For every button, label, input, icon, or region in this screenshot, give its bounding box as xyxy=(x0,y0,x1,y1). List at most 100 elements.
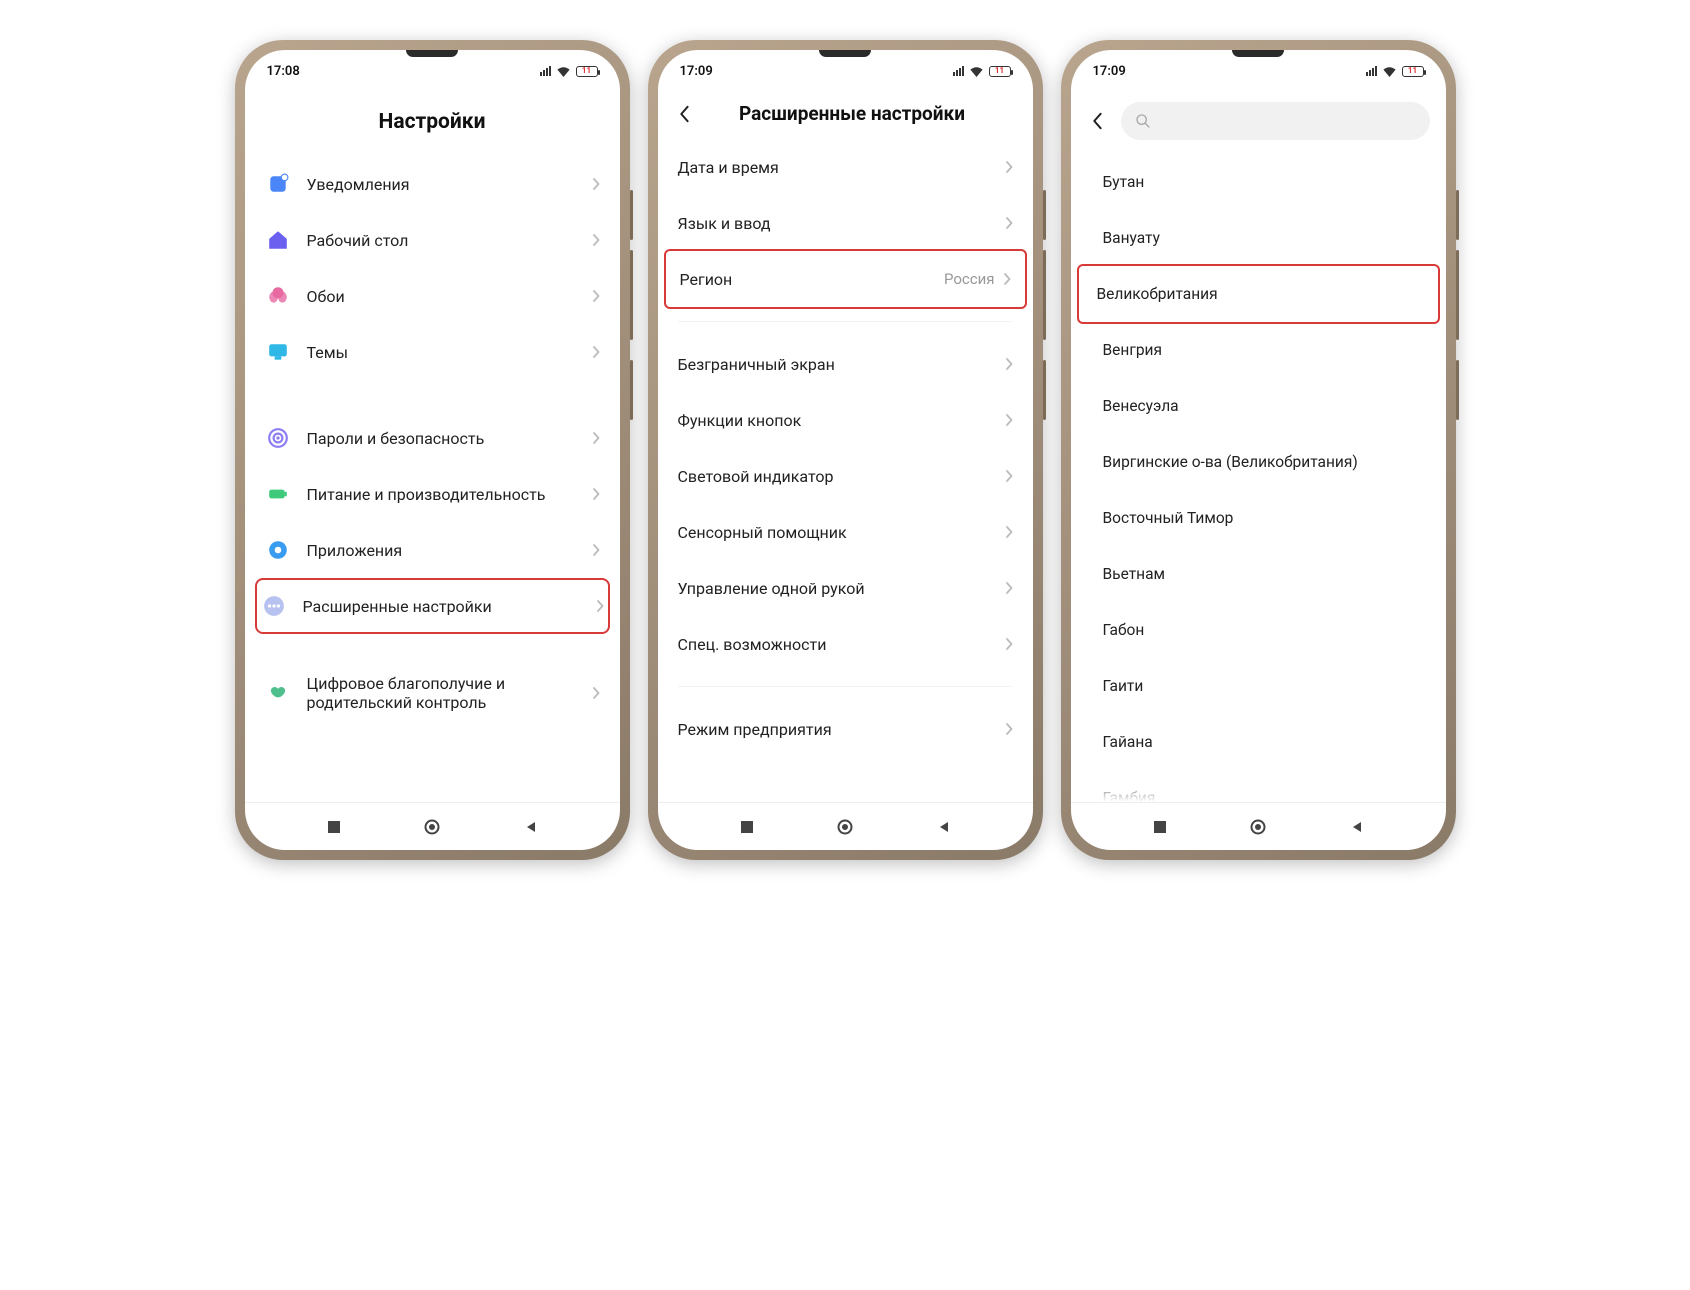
shield-icon xyxy=(265,425,291,451)
row-label: Цифровое благополучие и родительский кон… xyxy=(307,674,592,712)
region-item-0[interactable]: Бутан xyxy=(1085,154,1432,210)
heart-icon xyxy=(265,680,291,706)
nav-bar xyxy=(245,802,620,850)
adv-row-group2-0[interactable]: Безграничный экран xyxy=(672,336,1019,392)
dots-icon xyxy=(261,593,287,619)
region-item-4[interactable]: Венесуэла xyxy=(1085,378,1432,434)
flower-icon xyxy=(265,283,291,309)
settings-row-group2-1[interactable]: Питание и производительность xyxy=(259,466,606,522)
nav-recent[interactable] xyxy=(1151,818,1169,836)
region-label: Виргинские о-ва (Великобритания) xyxy=(1103,453,1358,471)
settings-row-group2-0[interactable]: Пароли и безопасность xyxy=(259,410,606,466)
chevron-right-icon xyxy=(592,290,600,302)
chevron-right-icon xyxy=(1005,217,1013,229)
settings-row-group1-0[interactable]: Уведомления xyxy=(259,156,606,212)
adv-row-group2-2[interactable]: Световой индикатор xyxy=(672,448,1019,504)
row-label: Темы xyxy=(307,343,592,362)
region-label: Восточный Тимор xyxy=(1103,509,1234,527)
battery-icon: 11 xyxy=(989,66,1011,77)
region-label: Гаити xyxy=(1103,677,1144,695)
nav-home[interactable] xyxy=(1249,818,1267,836)
row-label: Расширенные настройки xyxy=(303,597,596,616)
search-input[interactable] xyxy=(1121,102,1430,140)
page-title: Расширенные настройки xyxy=(708,102,997,125)
row-label: Обои xyxy=(307,287,592,306)
page-title: Настройки xyxy=(259,92,606,156)
chevron-right-icon xyxy=(592,544,600,556)
row-label: Световой индикатор xyxy=(678,467,1005,486)
region-item-11[interactable]: Гамбия xyxy=(1085,770,1432,802)
battery-icon: 11 xyxy=(576,66,598,77)
region-item-2[interactable]: Великобритания xyxy=(1079,266,1438,322)
clock: 17:09 xyxy=(1093,64,1126,79)
settings-row-group1-3[interactable]: Темы xyxy=(259,324,606,380)
region-item-6[interactable]: Восточный Тимор xyxy=(1085,490,1432,546)
adv-row-group2-4[interactable]: Управление одной рукой xyxy=(672,560,1019,616)
chevron-right-icon xyxy=(1005,161,1013,173)
search-icon xyxy=(1135,113,1151,129)
region-label: Венесуэла xyxy=(1103,397,1179,415)
row-label: Безграничный экран xyxy=(678,355,1005,374)
chevron-right-icon xyxy=(592,488,600,500)
chevron-right-icon xyxy=(592,687,600,699)
home-icon xyxy=(265,227,291,253)
nav-home[interactable] xyxy=(423,818,441,836)
nav-bar xyxy=(1071,802,1446,850)
clock: 17:09 xyxy=(680,64,713,79)
adv-row-group2-5[interactable]: Спец. возможности xyxy=(672,616,1019,672)
adv-row-group1-2[interactable]: Регион Россия xyxy=(666,251,1025,307)
row-label: Уведомления xyxy=(307,175,592,194)
wifi-icon xyxy=(556,66,571,77)
adv-row-group3-0[interactable]: Режим предприятия xyxy=(672,701,1019,757)
chevron-right-icon xyxy=(592,178,600,190)
region-label: Гамбия xyxy=(1103,789,1156,802)
adv-row-group2-3[interactable]: Сенсорный помощник xyxy=(672,504,1019,560)
chevron-right-icon xyxy=(1005,470,1013,482)
theme-icon xyxy=(265,339,291,365)
wifi-icon xyxy=(969,66,984,77)
nav-home[interactable] xyxy=(836,818,854,836)
adv-row-group2-1[interactable]: Функции кнопок xyxy=(672,392,1019,448)
signal-icon xyxy=(953,66,964,76)
region-item-5[interactable]: Виргинские о-ва (Великобритания) xyxy=(1085,434,1432,490)
settings-row-group1-1[interactable]: Рабочий стол xyxy=(259,212,606,268)
region-item-10[interactable]: Гайана xyxy=(1085,714,1432,770)
settings-row-group3-0[interactable]: Цифровое благополучие и родительский кон… xyxy=(259,664,606,722)
region-item-3[interactable]: Венгрия xyxy=(1085,322,1432,378)
nav-back[interactable] xyxy=(1347,818,1365,836)
region-label: Великобритания xyxy=(1097,285,1218,303)
row-label: Регион xyxy=(680,270,944,289)
chevron-right-icon xyxy=(1003,273,1011,285)
chevron-right-icon xyxy=(1005,526,1013,538)
chevron-right-icon xyxy=(592,346,600,358)
nav-back[interactable] xyxy=(521,818,539,836)
wifi-icon xyxy=(1382,66,1397,77)
clock: 17:08 xyxy=(267,64,300,79)
back-button[interactable] xyxy=(1087,111,1107,131)
back-button[interactable] xyxy=(674,104,694,124)
region-label: Гайана xyxy=(1103,733,1153,751)
region-item-7[interactable]: Вьетнам xyxy=(1085,546,1432,602)
region-item-1[interactable]: Вануату xyxy=(1085,210,1432,266)
row-label: Дата и время xyxy=(678,158,1005,177)
nav-back[interactable] xyxy=(934,818,952,836)
row-label: Режим предприятия xyxy=(678,720,1005,739)
chevron-right-icon xyxy=(1005,582,1013,594)
region-label: Габон xyxy=(1103,621,1145,639)
settings-row-group2-3[interactable]: Расширенные настройки xyxy=(255,578,610,634)
chevron-right-icon xyxy=(1005,638,1013,650)
battery-icon xyxy=(265,481,291,507)
region-item-8[interactable]: Габон xyxy=(1085,602,1432,658)
adv-row-group1-0[interactable]: Дата и время xyxy=(672,139,1019,195)
row-label: Рабочий стол xyxy=(307,231,592,250)
nav-recent[interactable] xyxy=(325,818,343,836)
region-item-9[interactable]: Гаити xyxy=(1085,658,1432,714)
chevron-right-icon xyxy=(1005,414,1013,426)
region-label: Венгрия xyxy=(1103,341,1162,359)
nav-recent[interactable] xyxy=(738,818,756,836)
row-value: Россия xyxy=(944,270,995,288)
adv-row-group1-1[interactable]: Язык и ввод xyxy=(672,195,1019,251)
settings-row-group2-2[interactable]: Приложения xyxy=(259,522,606,578)
settings-row-group1-2[interactable]: Обои xyxy=(259,268,606,324)
nav-bar xyxy=(658,802,1033,850)
